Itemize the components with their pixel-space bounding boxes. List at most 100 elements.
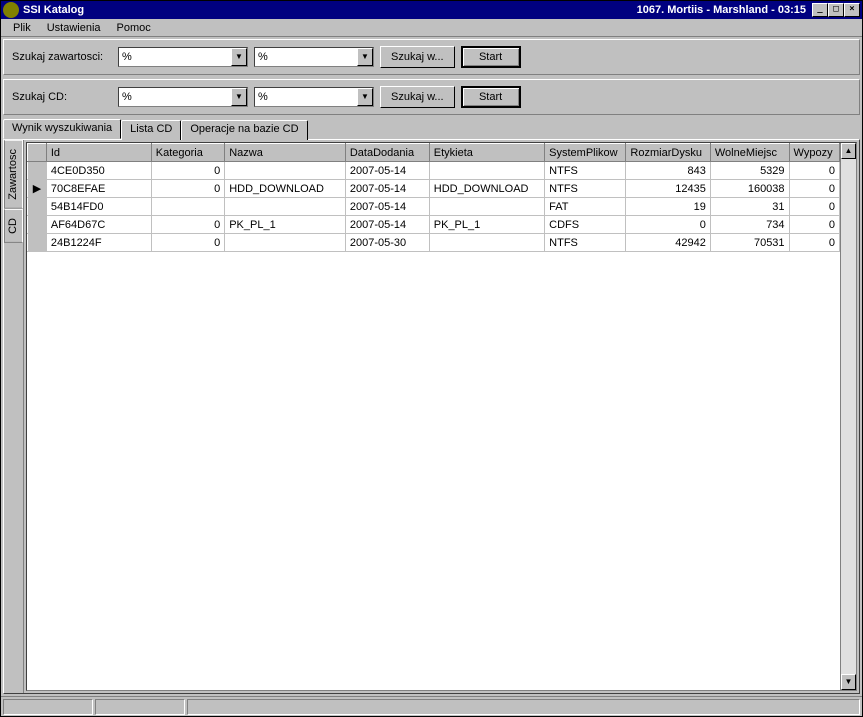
search-cd-searchin-button[interactable]: Szukaj w... xyxy=(380,86,455,108)
table-row[interactable]: AF64D67C0PK_PL_12007-05-14PK_PL_1CDFS073… xyxy=(28,216,840,234)
cell-rozmiardysku: 42942 xyxy=(626,234,710,252)
data-grid: Id Kategoria Nazwa DataDodania Etykieta … xyxy=(26,142,857,691)
cell-nazwa: HDD_DOWNLOAD xyxy=(225,180,346,198)
search-content-searchin-button[interactable]: Szukaj w... xyxy=(380,46,455,68)
cell-kategoria: 0 xyxy=(151,162,224,180)
search-cd-input2[interactable] xyxy=(255,89,357,105)
row-selector-header[interactable] xyxy=(28,144,47,162)
cell-id: 54B14FD0 xyxy=(46,198,151,216)
search-cd-panel: Szukaj CD: ▼ ▼ Szukaj w... Start xyxy=(3,79,860,115)
cell-datadodania: 2007-05-14 xyxy=(345,216,429,234)
status-pane-1 xyxy=(3,699,93,715)
search-content-start-button[interactable]: Start xyxy=(461,46,521,68)
search-cd-field1[interactable]: ▼ xyxy=(118,87,248,107)
cell-systemplikow: NTFS xyxy=(545,162,626,180)
table-row[interactable]: 4CE0D35002007-05-14NTFS84353290 xyxy=(28,162,840,180)
col-kategoria[interactable]: Kategoria xyxy=(151,144,224,162)
tab-cd-list[interactable]: Lista CD xyxy=(121,120,181,140)
main-tabs: Wynik wyszukiwania Lista CD Operacje na … xyxy=(3,119,860,694)
search-cd-input1[interactable] xyxy=(119,89,231,105)
cell-rozmiardysku: 0 xyxy=(626,216,710,234)
cell-kategoria xyxy=(151,198,224,216)
cell-kategoria: 0 xyxy=(151,234,224,252)
col-etykieta[interactable]: Etykieta xyxy=(429,144,544,162)
scroll-down-icon[interactable]: ▼ xyxy=(841,674,856,690)
cell-etykieta xyxy=(429,198,544,216)
col-wypozyczenie[interactable]: Wypozy xyxy=(789,144,839,162)
cell-etykieta xyxy=(429,234,544,252)
cell-nazwa xyxy=(225,162,346,180)
search-content-label: Szukaj zawartosci: xyxy=(12,51,112,63)
cell-id: 24B1224F xyxy=(46,234,151,252)
menubar: Plik Ustawienia Pomoc xyxy=(1,19,862,37)
search-content-input1[interactable] xyxy=(119,49,231,65)
tab-strip: Wynik wyszukiwania Lista CD Operacje na … xyxy=(3,119,860,139)
cell-id: AF64D67C xyxy=(46,216,151,234)
dropdown-icon[interactable]: ▼ xyxy=(357,48,373,66)
table-row[interactable]: 54B14FD0 2007-05-14 FAT19310 xyxy=(28,198,840,216)
table-row[interactable]: ▶70C8EFAE0HDD_DOWNLOAD2007-05-14HDD_DOWN… xyxy=(28,180,840,198)
dropdown-icon[interactable]: ▼ xyxy=(357,88,373,106)
cell-etykieta: PK_PL_1 xyxy=(429,216,544,234)
cell-wypozyczenie: 0 xyxy=(789,198,839,216)
cell-nazwa xyxy=(225,198,346,216)
cell-wolnemiejsce: 160038 xyxy=(710,180,789,198)
search-content-panel: Szukaj zawartosci: ▼ ▼ Szukaj w... Start xyxy=(3,39,860,75)
search-cd-start-button[interactable]: Start xyxy=(461,86,521,108)
col-id[interactable]: Id xyxy=(46,144,151,162)
cell-etykieta xyxy=(429,162,544,180)
cell-systemplikow: NTFS xyxy=(545,234,626,252)
cell-wolnemiejsce: 31 xyxy=(710,198,789,216)
col-nazwa[interactable]: Nazwa xyxy=(225,144,346,162)
dropdown-icon[interactable]: ▼ xyxy=(231,48,247,66)
menu-help[interactable]: Pomoc xyxy=(109,21,159,35)
scroll-track[interactable] xyxy=(841,159,856,674)
maximize-button[interactable]: □ xyxy=(828,3,844,17)
col-datadodania[interactable]: DataDodania xyxy=(345,144,429,162)
search-content-field1[interactable]: ▼ xyxy=(118,47,248,67)
cell-datadodania: 2007-05-30 xyxy=(345,234,429,252)
titlebar-right-text: 1067. Mortiis - Marshland - 03:15 xyxy=(637,4,806,16)
menu-settings[interactable]: Ustawienia xyxy=(39,21,109,35)
cell-etykieta: HDD_DOWNLOAD xyxy=(429,180,544,198)
dropdown-icon[interactable]: ▼ xyxy=(231,88,247,106)
cell-id: 4CE0D350 xyxy=(46,162,151,180)
search-cd-field2[interactable]: ▼ xyxy=(254,87,374,107)
cell-wypozyczenie: 0 xyxy=(789,162,839,180)
cell-id: 70C8EFAE xyxy=(46,180,151,198)
search-content-input2[interactable] xyxy=(255,49,357,65)
cell-rozmiardysku: 12435 xyxy=(626,180,710,198)
scroll-up-icon[interactable]: ▲ xyxy=(841,143,856,159)
row-indicator[interactable] xyxy=(28,216,47,234)
row-indicator[interactable]: ▶ xyxy=(28,180,47,198)
cell-datadodania: 2007-05-14 xyxy=(345,198,429,216)
tab-body: Zawartosc CD xyxy=(3,139,860,694)
vertical-scrollbar[interactable]: ▲ ▼ xyxy=(840,143,856,690)
cell-systemplikow: NTFS xyxy=(545,180,626,198)
cell-wolnemiejsce: 734 xyxy=(710,216,789,234)
menu-file[interactable]: Plik xyxy=(5,21,39,35)
status-pane-2 xyxy=(95,699,185,715)
titlebar: SSI Katalog 1067. Mortiis - Marshland - … xyxy=(1,1,862,19)
cell-systemplikow: FAT xyxy=(545,198,626,216)
cell-rozmiardysku: 843 xyxy=(626,162,710,180)
cell-rozmiardysku: 19 xyxy=(626,198,710,216)
cell-nazwa xyxy=(225,234,346,252)
col-systemplikow[interactable]: SystemPlikow xyxy=(545,144,626,162)
cell-systemplikow: CDFS xyxy=(545,216,626,234)
close-button[interactable]: × xyxy=(844,3,860,17)
row-indicator[interactable] xyxy=(28,198,47,216)
row-indicator[interactable] xyxy=(28,234,47,252)
app-icon xyxy=(3,2,19,18)
minimize-button[interactable]: _ xyxy=(812,3,828,17)
window-title: SSI Katalog xyxy=(23,4,84,16)
table-row[interactable]: 24B1224F02007-05-30NTFS42942705310 xyxy=(28,234,840,252)
search-content-field2[interactable]: ▼ xyxy=(254,47,374,67)
col-rozmiardysku[interactable]: RozmiarDysku xyxy=(626,144,710,162)
tab-cd-operations[interactable]: Operacje na bazie CD xyxy=(181,120,307,140)
col-wolnemiejsce[interactable]: WolneMiejsc xyxy=(710,144,789,162)
side-tab-cd[interactable]: CD xyxy=(4,209,23,243)
row-indicator[interactable] xyxy=(28,162,47,180)
tab-search-results[interactable]: Wynik wyszukiwania xyxy=(3,119,121,139)
side-tab-content[interactable]: Zawartosc xyxy=(4,140,23,209)
